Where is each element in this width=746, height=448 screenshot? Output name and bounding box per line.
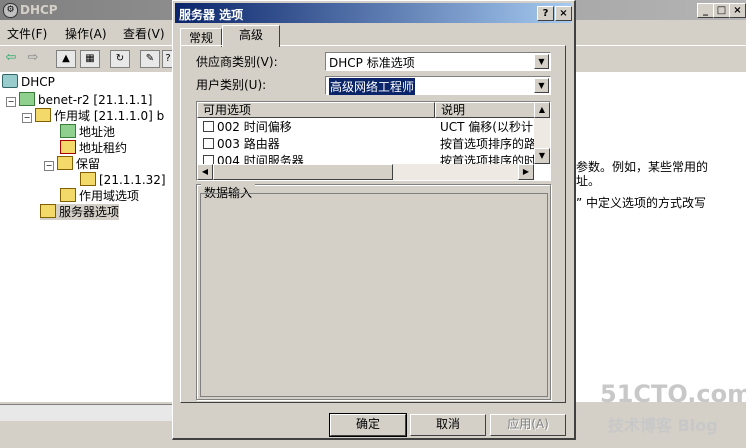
tree-node-reservation-item[interactable]: [21.1.1.32]: [80, 172, 166, 188]
server-icon: [19, 92, 35, 106]
list-item[interactable]: 002 时间偏移: [197, 119, 292, 136]
console-tree: DHCP − benet-r2 [21.1.1.1] − 作用域 [21.1.1.0…: [0, 72, 173, 402]
tree-node-address-leases[interactable]: 地址租约: [60, 140, 127, 156]
dialog-title: 服务器 选项: [179, 8, 244, 22]
vendor-class-select[interactable]: DHCP 标准选项 ▼: [325, 52, 551, 71]
list-item-description: 按首选项排序的路: [440, 137, 537, 151]
collapse-icon[interactable]: −: [22, 113, 32, 123]
scroll-right-icon[interactable]: ▶: [518, 164, 534, 180]
options-icon: [40, 204, 56, 218]
properties-icon[interactable]: ✎: [140, 50, 160, 68]
dialog-close-button[interactable]: ×: [555, 6, 572, 21]
dhcp-icon: [2, 74, 18, 88]
collapse-icon[interactable]: −: [44, 161, 54, 171]
minimize-icon[interactable]: _: [697, 3, 714, 18]
scroll-thumb[interactable]: [213, 164, 393, 180]
column-header-available-options[interactable]: 可用选项: [197, 102, 435, 118]
mmc-window-title: DHCP: [20, 3, 58, 17]
menu-action[interactable]: 操作(A): [65, 25, 107, 42]
close-icon[interactable]: ×: [729, 3, 746, 18]
tree-node-address-pool[interactable]: 地址池: [60, 124, 115, 140]
vendor-class-label: 供应商类别(V):: [196, 55, 278, 69]
available-options-list[interactable]: 可用选项 说明 002 时间偏移 UCT 偏移(以秒计) 003 路由器 按首选…: [196, 101, 551, 181]
collapse-icon[interactable]: −: [6, 97, 16, 107]
scroll-left-icon[interactable]: ◀: [197, 164, 213, 180]
tree-node-server[interactable]: − benet-r2 [21.1.1.1]: [6, 92, 152, 108]
back-icon[interactable]: ⇦: [2, 50, 20, 66]
ok-button[interactable]: 确定: [329, 413, 407, 437]
watermark-subtitle: 技术博客 Blog: [608, 416, 718, 435]
tree-node-dhcp[interactable]: DHCP: [2, 74, 55, 90]
refresh-icon[interactable]: ↻: [110, 50, 130, 68]
watermark-logo: 51CTO.com: [600, 380, 746, 408]
list-vertical-scrollbar[interactable]: ▲ ▼: [534, 102, 550, 164]
address-leases-icon: [60, 140, 76, 154]
option-checkbox[interactable]: [203, 138, 214, 149]
tree-node-reservations[interactable]: − 保留: [44, 156, 100, 172]
scroll-up-icon[interactable]: ▲: [534, 102, 550, 118]
menu-file[interactable]: 文件(F): [7, 25, 47, 42]
option-checkbox[interactable]: [203, 121, 214, 132]
data-entry-area: [200, 193, 548, 397]
vendor-class-value: DHCP 标准选项: [329, 56, 415, 70]
options-icon: [60, 188, 76, 202]
dialog-title-bar: 服务器 选项 ? ×: [175, 3, 572, 23]
details-text-line: 址。: [576, 174, 601, 188]
address-pool-icon: [60, 124, 76, 138]
maximize-icon[interactable]: □: [713, 3, 730, 18]
user-class-select[interactable]: 高级网络工程师 ▼: [325, 76, 551, 95]
up-folder-icon[interactable]: ▲: [56, 50, 76, 68]
show-tree-icon[interactable]: ▦: [80, 50, 100, 68]
tree-horizontal-scrollbar[interactable]: [0, 404, 172, 421]
option-checkbox[interactable]: [203, 155, 214, 164]
details-pane: 参数。例如，某些常用的 址。 ” 中定义选项的方式改写: [572, 72, 746, 402]
tree-node-scope[interactable]: − 作用域 [21.1.1.0] b: [22, 108, 164, 124]
details-text-line: ” 中定义选项的方式改写: [576, 196, 707, 210]
tab-advanced[interactable]: 高级: [222, 25, 280, 47]
column-header-description[interactable]: 说明: [435, 102, 537, 118]
user-class-label: 用户类别(U):: [196, 78, 267, 92]
scroll-down-icon[interactable]: ▼: [534, 148, 550, 164]
list-item-description: UCT 偏移(以秒计): [440, 120, 538, 134]
user-class-value: 高级网络工程师: [329, 78, 416, 95]
chevron-down-icon[interactable]: ▼: [534, 54, 549, 69]
tree-node-server-options[interactable]: 服务器选项: [40, 204, 120, 220]
list-item[interactable]: 003 路由器: [197, 136, 280, 153]
dhcp-app-icon: ⚙: [3, 3, 18, 18]
chevron-down-icon[interactable]: ▼: [534, 78, 549, 93]
folder-icon: [57, 156, 73, 170]
cancel-button[interactable]: 取消: [410, 414, 486, 436]
list-item-description: 按首选项排序的时: [440, 154, 537, 164]
reservation-icon: [80, 172, 96, 186]
help-button[interactable]: ?: [537, 6, 554, 21]
folder-icon: [35, 108, 51, 122]
list-horizontal-scrollbar[interactable]: ◀ ▶: [197, 164, 534, 180]
forward-icon[interactable]: ⇨: [24, 50, 42, 66]
tree-node-scope-options[interactable]: 作用域选项: [60, 188, 139, 204]
list-item[interactable]: 004 时间服务器: [197, 153, 304, 164]
menu-view[interactable]: 查看(V): [123, 25, 165, 42]
apply-button: 应用(A): [490, 414, 566, 436]
